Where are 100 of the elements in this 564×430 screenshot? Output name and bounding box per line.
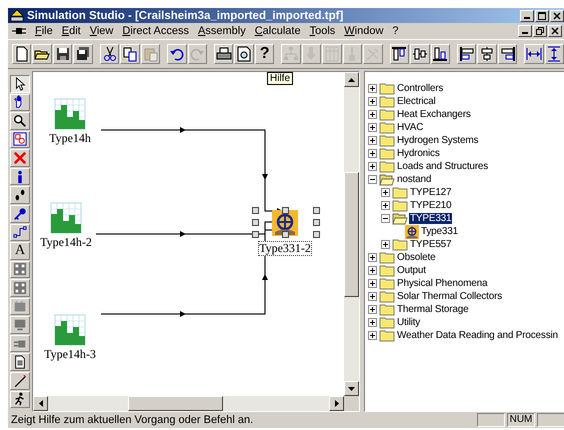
menu-item[interactable]: Tools [310,25,336,37]
expand-toggle[interactable] [367,292,378,301]
expand-toggle[interactable] [367,318,378,327]
selection-handle[interactable] [252,219,259,226]
toolbar-button[interactable] [120,44,140,64]
menu-item[interactable]: Calculate [254,25,301,37]
node-label: Type14h-3 [43,347,97,362]
folder-icon [379,82,395,94]
menu-item[interactable]: File [35,25,53,37]
selection-handle[interactable] [313,231,320,238]
tree-item[interactable]: Electrical [396,96,437,107]
tree-item[interactable]: TYPE210 [409,200,452,211]
expand-toggle[interactable] [367,266,378,275]
expand-toggle[interactable] [367,97,378,106]
magnifier-page-icon [236,46,252,62]
menu-item[interactable]: Direct Access [122,25,190,37]
expand-toggle[interactable] [367,110,378,119]
pen-icon [13,374,27,388]
minimize-button[interactable] [518,25,532,37]
help-button[interactable]: ? [254,44,274,64]
menu-item[interactable]: ? [392,25,399,37]
folder-icon [392,186,408,198]
menu-item[interactable]: View [90,25,114,37]
tree-item[interactable]: Loads and Structures [396,161,490,172]
expand-toggle[interactable] [367,331,378,340]
toolbar-button[interactable] [498,44,518,64]
toolbar-button[interactable] [544,44,564,64]
expand-toggle[interactable] [380,188,391,197]
selection-handle[interactable] [282,207,289,214]
toolbar-button[interactable] [234,44,254,64]
tree-item[interactable]: Output [396,265,427,276]
menu-item[interactable]: Window [344,25,384,37]
maximize-button[interactable] [535,10,549,22]
tree-item[interactable]: Solar Thermal Collectors [396,291,504,302]
expand-toggle[interactable] [367,162,378,171]
folder-icon [379,96,395,108]
table-icon [324,46,340,62]
tree-item[interactable]: Controllers [396,83,444,94]
menu-item[interactable]: Edit [62,25,81,37]
tree-item[interactable]: Hydrogen Systems [396,135,480,146]
toolbar-button[interactable] [12,44,32,64]
folder-icon [379,330,395,342]
expand-toggle[interactable] [367,253,378,262]
toolbar-button[interactable] [477,44,497,64]
expand-toggle[interactable] [367,136,378,145]
tree-item[interactable]: Obsolete [396,252,436,263]
horizontal-scrollbar[interactable] [33,396,359,411]
expand-toggle[interactable] [380,240,391,249]
expand-toggle[interactable] [367,84,378,93]
selection-handle[interactable] [252,231,259,238]
selection-handle[interactable] [313,219,320,226]
connector-icon [13,225,27,240]
close-button[interactable] [548,25,562,37]
restore-button[interactable] [533,25,547,37]
tree-item[interactable]: Utility [396,317,422,328]
expand-toggle[interactable] [367,123,378,132]
toolbar-button[interactable] [52,44,72,64]
tree-item[interactable]: Hydronics [396,148,441,159]
status-indicator: NUM [507,413,535,427]
selection-handle[interactable] [252,207,259,214]
align-center-icon [479,46,496,62]
toolbar-button[interactable] [456,44,476,64]
tree-item[interactable]: TYPE557 [409,239,452,250]
expand-toggle[interactable] [380,201,391,210]
selection-handle[interactable] [313,207,320,214]
tree-item[interactable]: TYPE331 [409,213,452,224]
minimize-button[interactable] [520,10,534,22]
tree-item[interactable]: TYPE127 [409,187,452,198]
toolbar-button[interactable] [214,44,234,64]
bar-chart-icon [54,314,86,346]
tree-item[interactable]: Weather Data Reading and Processin [396,330,559,341]
down-arrow-icon [348,386,355,390]
text-tool-button[interactable]: A [10,242,30,260]
selection-box-icon [13,132,27,146]
tool-button[interactable] [10,75,30,93]
tree-item[interactable]: nostand [396,174,432,185]
collapse-toggle[interactable] [380,214,391,223]
toolbar-button[interactable] [390,44,410,64]
tree-item[interactable]: Heat Exchangers [396,109,472,120]
expand-toggle[interactable] [367,149,378,158]
collapse-toggle[interactable] [367,175,378,184]
minimize-icon [524,16,530,18]
vertical-scrollbar[interactable] [344,72,359,396]
close-button[interactable] [550,10,564,22]
expand-toggle[interactable] [367,305,378,314]
tree-item[interactable]: Thermal Storage [396,304,470,315]
plug-icon[interactable] [12,26,26,36]
toolbar-button[interactable] [73,44,93,64]
tree-item[interactable]: Physical Phenomena [396,278,488,289]
tree-item[interactable]: HVAC [396,122,424,133]
toolbar-button[interactable] [167,44,187,64]
toolbar-button[interactable] [32,44,52,64]
toolbar-button[interactable] [100,44,120,64]
selection-handle[interactable] [282,231,289,238]
toolbar-button[interactable] [430,44,450,64]
expand-toggle[interactable] [367,279,378,288]
toolbar-button[interactable] [410,44,430,64]
menu-item[interactable]: Assembly [198,25,246,37]
tree-item[interactable]: Type331 [420,226,459,237]
toolbar-button[interactable] [524,44,544,64]
